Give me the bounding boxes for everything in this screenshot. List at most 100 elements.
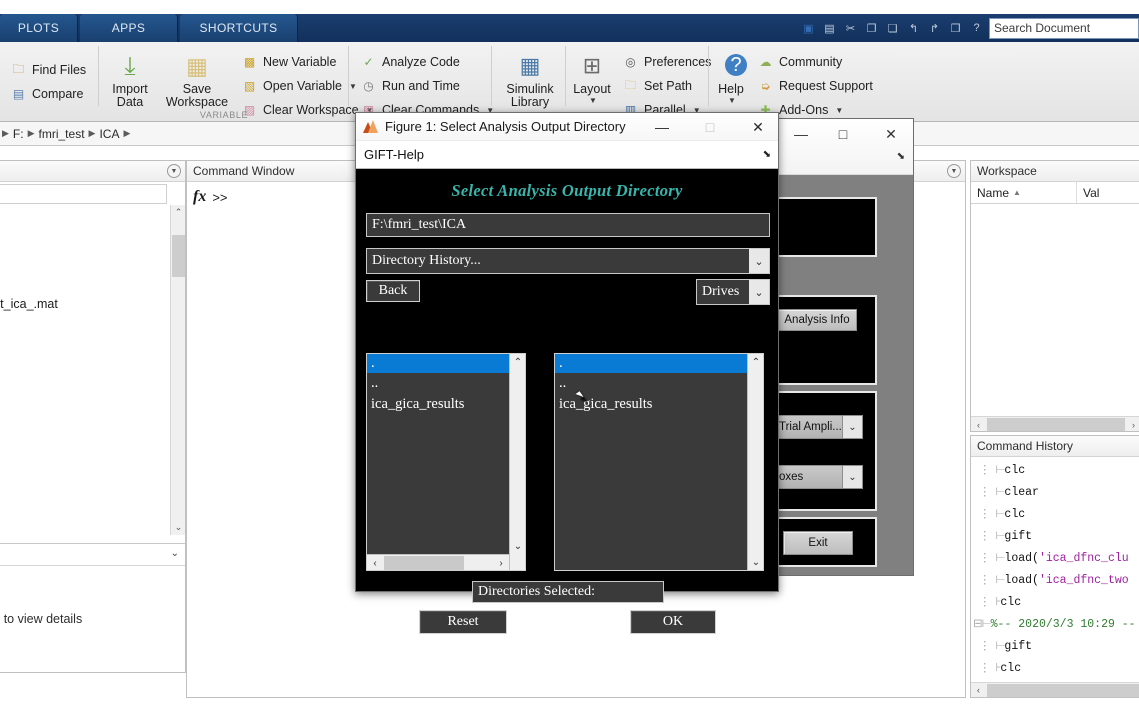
scroll-left-icon[interactable]: ‹ [971,683,986,697]
run-and-time-button[interactable]: ◷ Run and Time [358,74,494,98]
save-icon[interactable]: ▤ [821,20,838,36]
tab-shortcuts[interactable]: SHORTCUTS [180,14,298,42]
list-item[interactable]: ⋮ ⊢ gift [971,636,1139,658]
help-button[interactable]: ? Help ▼ [709,50,753,105]
scroll-up-icon[interactable]: ⌃ [510,354,525,370]
list-item[interactable]: ⋮ ⊢ load('ica_dfnc_clu [971,548,1139,570]
dialog-title-bar[interactable]: Figure 1: Select Analysis Output Directo… [356,113,778,141]
panel-options-icon[interactable]: ▼ [167,164,181,178]
list-item-session-header[interactable]: ⊟⊢ %-- 2020/3/3 10:29 -- [971,614,1139,636]
community-button[interactable]: ☁ Community [755,50,873,74]
list-item[interactable]: ica_gica_results [555,394,747,415]
simulink-library-button[interactable]: ▦ Simulink Library [494,50,566,109]
chevron-down-icon[interactable]: ⌄ [842,466,862,488]
request-support-button[interactable]: ➭ Request Support [755,74,872,98]
workspace-column-name[interactable]: Name ▲ [971,182,1077,203]
breadcrumb-item-fmri-test[interactable]: fmri_test [38,127,86,141]
list-item[interactable]: ⋮ ⊢ gift [971,526,1139,548]
chevron-down-icon[interactable]: ▼ [728,96,736,105]
breadcrumb-item-drive[interactable]: F: [12,127,25,141]
list-item[interactable]: ⋮ ⊢ clc [971,460,1139,482]
help-icon[interactable]: ? [968,20,985,36]
list-item[interactable]: ⋮ ⊢ clc [971,504,1139,526]
copy-icon[interactable]: ❐ [863,20,880,36]
gift-minimize-button[interactable]: — [789,125,813,143]
trial-amplitude-dropdown[interactable]: Trial Ampli... ⌄ [773,415,863,439]
compare-button[interactable]: ▤ Compare [8,82,86,106]
list-item[interactable]: . [367,354,509,373]
list-item[interactable]: ont.m [0,271,185,293]
dialog-close-button[interactable]: ✕ [742,113,774,141]
workspace-column-value[interactable]: Val [1077,182,1139,203]
set-path-button[interactable]: 🗀 Set Path [620,74,711,98]
scrollbar-thumb[interactable] [384,556,464,570]
toolboxes-dropdown[interactable]: oxes ⌄ [773,465,863,489]
window-icon[interactable]: ❒ [947,20,964,36]
list-item[interactable] [0,227,185,249]
analysis-info-button[interactable]: Analysis Info [777,309,857,331]
import-data-button[interactable]: ⤓ Import Data [101,50,159,109]
fx-icon[interactable]: fx [193,188,206,206]
workspace-horizontal-scrollbar[interactable]: ‹ › [971,416,1139,431]
scroll-up-icon[interactable]: ⌃ [748,354,763,370]
left-listbox-horizontal-scrollbar[interactable]: ‹ › [367,554,509,570]
scroll-up-icon[interactable]: ⌃ [171,205,185,220]
scroll-left-icon[interactable]: ‹ [971,417,986,432]
exit-button[interactable]: Exit [783,531,853,555]
current-folder-filter-input[interactable] [0,184,167,204]
ok-button[interactable]: OK [630,610,716,634]
scroll-down-icon[interactable]: ⌄ [171,520,185,535]
list-item[interactable]: mat [0,381,185,403]
scroll-right-icon[interactable]: › [493,555,509,570]
search-documentation-input[interactable]: Search Document [989,17,1139,39]
list-item[interactable]: .. [367,373,509,394]
scroll-left-icon[interactable]: ‹ [367,555,383,570]
list-item[interactable]: .. [555,373,747,394]
list-item[interactable]: . [555,354,747,373]
list-item[interactable]: mat [0,359,185,381]
current-folder-file-list[interactable]: lts g ont.m mponent_ica_.mat at mat mat … [0,205,185,535]
chevron-down-icon[interactable]: ⌄ [749,280,769,304]
cut-icon[interactable]: ✂ [842,20,859,36]
scroll-right-icon[interactable]: › [1126,417,1139,432]
chevron-down-icon[interactable]: ▼ [835,106,843,115]
tab-plots[interactable]: PLOTS [0,14,78,42]
command-history-body[interactable]: ⋮ ⊢ clc ⋮ ⊢ clear ⋮ ⊢ clc ⋮ ⊢ gift ⋮ ⊢ load('… [971,457,1139,697]
list-item[interactable]: mat [0,447,185,469]
list-item[interactable]: mat [0,491,185,513]
expand-collapse-icon[interactable]: ⊟⊢ [971,614,992,636]
layout-button[interactable]: ⊞ Layout ▼ [566,50,618,105]
drives-dropdown[interactable]: Drives ⌄ [696,279,770,305]
list-item[interactable]: ⋮ ⊦ clc [971,592,1139,614]
output-directory-path-input[interactable]: F:\fmri_test\ICA [366,213,770,237]
left-listbox-vertical-scrollbar[interactable]: ⌃ ⌄ [509,354,525,570]
gift-maximize-button[interactable]: □ [831,125,855,143]
paste-icon[interactable]: ❏ [884,20,901,36]
current-folder-vertical-scrollbar[interactable]: ⌃ ⌄ [170,205,185,535]
list-item[interactable]: g [0,249,185,271]
undo-icon[interactable]: ↰ [905,20,922,36]
redo-icon[interactable]: ↱ [926,20,943,36]
list-item[interactable]: mponent_ica_.mat [0,293,185,315]
preferences-button[interactable]: ◎ Preferences [620,50,711,74]
chevron-down-icon[interactable]: ⌄ [842,416,862,438]
panel-options-icon[interactable]: ▼ [947,164,961,178]
new-script-icon[interactable]: ▣ [800,20,817,36]
scrollbar-thumb[interactable] [172,235,185,277]
gift-help-menu[interactable]: GIFT-Help [364,147,424,162]
command-history-horizontal-scrollbar[interactable]: ‹ [971,682,1139,697]
list-item[interactable]: lts [0,205,185,227]
chevron-down-icon[interactable]: ▼ [589,96,597,105]
list-item[interactable]: ⋮ ⊢ load('ica_dfnc_two [971,570,1139,592]
select-output-directory-dialog[interactable]: Figure 1: Select Analysis Output Directo… [355,112,779,634]
right-listbox-vertical-scrollbar[interactable]: ⌃ ⌄ [747,354,763,570]
gift-resize-handle-icon[interactable]: ⬊ [897,151,905,162]
list-item[interactable]: mat [0,403,185,425]
list-item[interactable]: at [0,337,185,359]
directory-listbox-left[interactable]: . .. ica_gica_results ⌃ ⌄ ‹ › [366,353,526,571]
scrollbar-thumb[interactable] [987,684,1139,697]
reset-button[interactable]: Reset [419,610,507,634]
gift-close-button[interactable]: ✕ [879,125,903,143]
back-button[interactable]: Back [366,280,420,302]
scroll-down-icon[interactable]: ⌄ [748,554,763,570]
